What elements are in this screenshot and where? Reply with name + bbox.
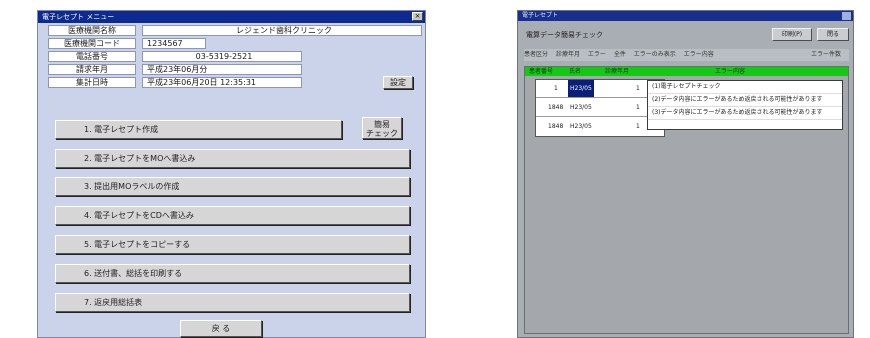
row-code: 1	[636, 123, 640, 130]
menu-return-summary-button[interactable]: 7. 返戻用総括表	[55, 293, 410, 312]
grid-column-header: 患者番号 氏名 診療年月 エラー内容	[525, 67, 848, 76]
info-label: 医療機関名称	[48, 25, 136, 36]
table-row[interactable]: 1848 H23/05 1	[536, 118, 664, 136]
filter-item[interactable]: エラー	[588, 49, 606, 61]
filter-item[interactable]: 患者区分	[524, 49, 548, 61]
clinic-name-value: レジェンド歯科クリニック	[142, 25, 422, 36]
error-line: (2)データ内容にエラーがあるため返戻される可能性があります	[648, 94, 842, 107]
clinic-code-value: 1234567	[142, 38, 206, 49]
error-detail-popup: (1)電子レセプトチェック (2)データ内容にエラーがあるため返戻される可能性が…	[647, 80, 843, 130]
table-row[interactable]: 1 H23/05 1	[536, 80, 664, 98]
check-header-title: 電算データ簡易チェック	[526, 31, 603, 39]
back-button[interactable]: 戻 る	[180, 320, 262, 337]
aggregation-date-value: 平成23年06月20日 12:35:31	[142, 77, 302, 88]
row-patient-id: 1	[554, 85, 558, 92]
filter-bar: 患者区分 診療年月 エラー 全件 エラーのみ表示 エラー内容 エラー件数	[524, 49, 849, 61]
row-patient-id: 1848	[548, 104, 564, 111]
info-label: 電話番号	[48, 51, 136, 62]
close-icon[interactable]: ×	[412, 12, 423, 21]
info-label: 請求年月	[48, 64, 136, 75]
check-result-grid: 患者番号 氏名 診療年月 エラー内容 1 H23/05 1 1848 H23/0…	[524, 66, 849, 334]
error-count-label: エラー件数	[810, 51, 841, 58]
error-line: (1)電子レセプトチェック	[648, 81, 842, 94]
result-table: 1 H23/05 1 1848 H23/05 1 1848 H23/05 1	[535, 79, 665, 137]
column-header: 患者番号	[529, 68, 554, 75]
row-date: H23/05	[570, 104, 592, 111]
left-window-titlebar: 電子レセプト メニュー ×	[38, 11, 425, 23]
column-header: エラー内容	[715, 68, 746, 75]
row-date: H23/05	[568, 80, 594, 97]
phone-value: 03-5319-2521	[142, 51, 302, 62]
column-header: 氏名	[569, 68, 582, 75]
right-window-title: 電子レセプト	[522, 12, 559, 19]
filter-item[interactable]: 診療年月	[556, 49, 580, 61]
row-code: 1	[636, 104, 640, 111]
data-check-window: 電子レセプト 電算データ簡易チェック 印刷(P) 閉る 患者区分 診療年月 エラ…	[517, 10, 854, 338]
filter-item[interactable]: エラー内容	[684, 49, 714, 61]
table-row[interactable]: 1848 H23/05 1	[536, 99, 664, 117]
receipt-menu-window: 電子レセプト メニュー × 医療機関名称 レジェンド歯科クリニック 医療機関コー…	[37, 10, 426, 338]
billing-month-value: 平成23年06月分	[142, 64, 302, 75]
menu-mo-label-button[interactable]: 3. 提出用MOラベルの作成	[55, 177, 410, 196]
simple-check-button[interactable]: 簡易 チェック	[362, 117, 402, 139]
menu-write-cd-button[interactable]: 4. 電子レセプトをCDへ書込み	[55, 206, 410, 225]
info-label: 集計日時	[48, 77, 136, 88]
menu-write-mo-button[interactable]: 2. 電子レセプトをMOへ書込み	[55, 149, 410, 168]
filter-item[interactable]: 全件	[614, 49, 626, 61]
window-control-icon[interactable]	[842, 12, 851, 20]
menu-copy-receipt-button[interactable]: 5. 電子レセプトをコピーする	[55, 235, 410, 254]
row-date: H23/05	[570, 123, 592, 130]
menu-create-receipt-button[interactable]: 1. 電子レセプト作成	[55, 120, 342, 139]
filter-item[interactable]: エラーのみ表示	[634, 49, 676, 61]
right-window-titlebar: 電子レセプト	[518, 11, 853, 21]
row-patient-id: 1848	[548, 123, 564, 130]
check-header: 電算データ簡易チェック 印刷(P) 閉る	[522, 27, 851, 43]
error-line: (3)データ内容にエラーがあるため返戻される可能性があります	[648, 107, 842, 120]
column-header: 診療年月	[605, 68, 630, 75]
info-label: 医療機関コード	[48, 38, 136, 49]
row-code: 1	[636, 85, 640, 92]
left-window-title: 電子レセプト メニュー	[42, 13, 115, 21]
settings-button[interactable]: 設定	[383, 76, 413, 89]
close-button[interactable]: 閉る	[817, 28, 849, 41]
menu-print-summary-button[interactable]: 6. 送付書、総括を印刷する	[55, 264, 410, 283]
print-button[interactable]: 印刷(P)	[772, 28, 812, 41]
